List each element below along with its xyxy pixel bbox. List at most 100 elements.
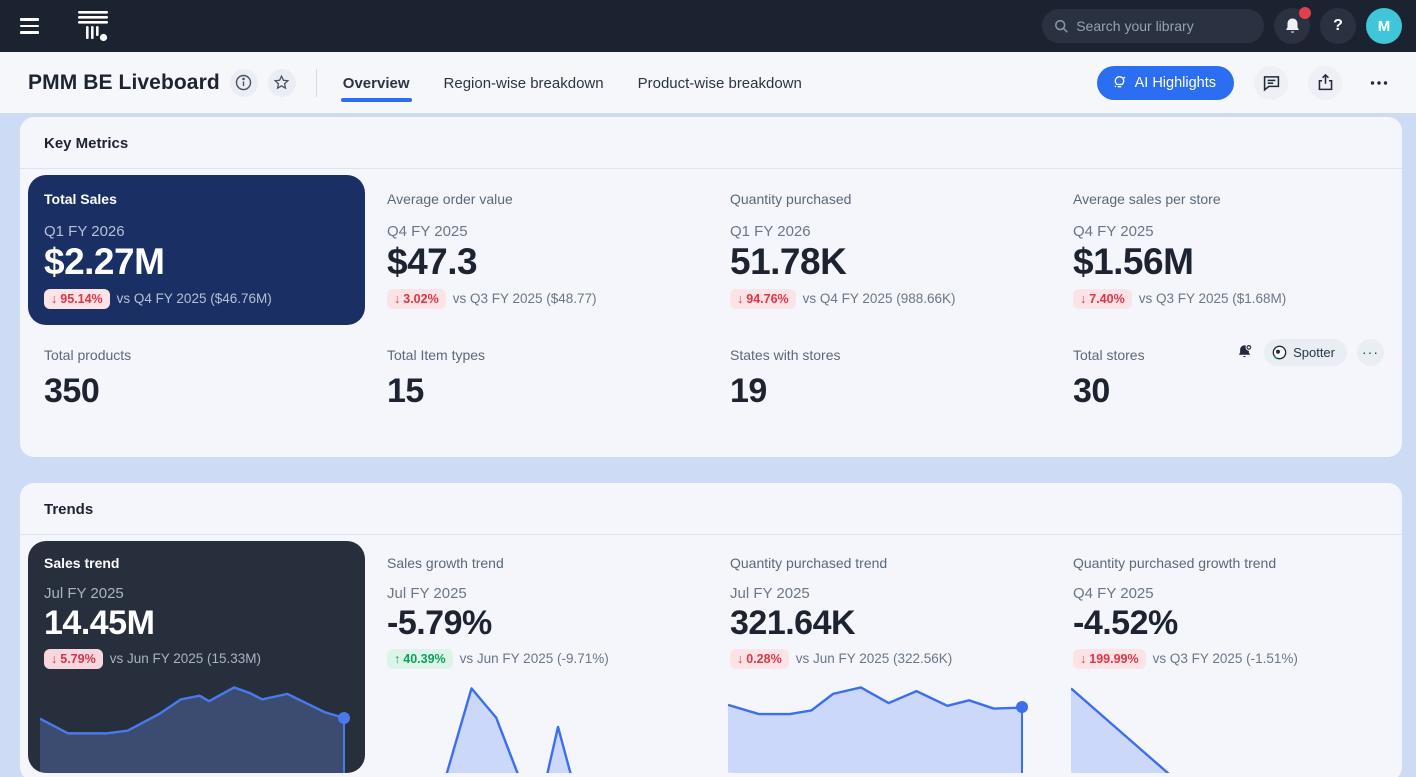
kpi-period: Q1 FY 2026 bbox=[730, 223, 1035, 240]
search-icon bbox=[1054, 18, 1068, 34]
chart-endpoint-dot[interactable] bbox=[338, 712, 350, 724]
kpi-value: 350 bbox=[44, 373, 349, 410]
trend-quantity-purchased[interactable]: Quantity purchased trend Jul FY 2025 321… bbox=[714, 541, 1051, 773]
notification-dot bbox=[1299, 7, 1311, 19]
tab-product-wise-breakdown[interactable]: Product-wise breakdown bbox=[636, 65, 804, 100]
chart-endpoint-line bbox=[1021, 707, 1023, 772]
page-title: PMM BE Liveboard bbox=[28, 71, 220, 95]
comments-button[interactable] bbox=[1254, 66, 1288, 100]
quantity-purchased-trend-chart bbox=[728, 681, 1037, 773]
chart-endpoint-dot[interactable] bbox=[1016, 701, 1028, 713]
kpi-average-sales-per-store[interactable]: Average sales per store Q4 FY 2025 $1.56… bbox=[1057, 175, 1394, 325]
share-button[interactable] bbox=[1308, 66, 1342, 100]
change-badge: ↓7.40% bbox=[1073, 289, 1132, 309]
change-badge: ↓5.79% bbox=[44, 649, 103, 669]
kpi-value: $2.27M bbox=[44, 242, 349, 283]
sparkle-bulb-icon bbox=[1111, 74, 1128, 91]
trend-period: Jul FY 2025 bbox=[44, 585, 349, 602]
divider bbox=[316, 69, 317, 97]
kpi-label: Average order value bbox=[387, 191, 692, 207]
arrow-down-icon: ↓ bbox=[51, 652, 57, 666]
arrow-up-icon: ↑ bbox=[394, 652, 400, 666]
ai-highlights-label: AI Highlights bbox=[1135, 75, 1216, 91]
search-input[interactable] bbox=[1076, 18, 1252, 34]
chart-endpoint-line bbox=[343, 718, 345, 773]
change-badge: ↓3.02% bbox=[387, 289, 446, 309]
thoughtspot-logo-icon[interactable] bbox=[76, 10, 110, 42]
change-badge: ↓94.76% bbox=[730, 289, 796, 309]
tab-overview[interactable]: Overview bbox=[341, 65, 412, 100]
tile-hover-toolbar: Spotter ··· bbox=[1235, 339, 1384, 366]
kpi-label: Total Sales bbox=[44, 191, 349, 207]
arrow-down-icon: ↓ bbox=[737, 652, 743, 666]
trend-label: Quantity purchased trend bbox=[730, 555, 1035, 571]
kpi-value: 15 bbox=[387, 373, 692, 410]
create-alert-icon[interactable] bbox=[1235, 343, 1254, 362]
kpi-average-order-value[interactable]: Average order value Q4 FY 2025 $47.3 ↓3.… bbox=[371, 175, 708, 325]
trends-grid: Sales trend Jul FY 2025 14.45M ↓5.79% vs… bbox=[20, 535, 1402, 777]
liveboard-content: Key Metrics Total Sales Q1 FY 2026 $2.27… bbox=[0, 113, 1416, 777]
kpi-total-sales[interactable]: Total Sales Q1 FY 2026 $2.27M ↓95.14% vs… bbox=[28, 175, 365, 325]
liveboard-header: PMM BE Liveboard Overview Region-wise br… bbox=[0, 52, 1416, 113]
kpi-period: Q1 FY 2026 bbox=[44, 223, 349, 240]
kpi-period: Q4 FY 2025 bbox=[1073, 223, 1378, 240]
comparison-text: vs Q3 FY 2025 ($48.77) bbox=[453, 291, 597, 306]
change-badge: ↓0.28% bbox=[730, 649, 789, 669]
tile-more-button[interactable]: ··· bbox=[1357, 339, 1384, 366]
trend-sales[interactable]: Sales trend Jul FY 2025 14.45M ↓5.79% vs… bbox=[28, 541, 365, 773]
change-badge: ↓199.99% bbox=[1073, 649, 1146, 669]
comment-icon bbox=[1262, 73, 1281, 92]
kpi-total-products[interactable]: Total products 350 bbox=[28, 331, 365, 449]
trend-period: Q4 FY 2025 bbox=[1073, 585, 1378, 602]
comparison-text: vs Q3 FY 2025 (-1.51%) bbox=[1153, 651, 1298, 666]
kpi-total-item-types[interactable]: Total Item types 15 bbox=[371, 331, 708, 449]
trend-value: -5.79% bbox=[387, 604, 692, 643]
comparison-text: vs Jun FY 2025 (-9.71%) bbox=[460, 651, 609, 666]
ellipsis-icon bbox=[1369, 73, 1389, 93]
help-button[interactable]: ? bbox=[1320, 8, 1356, 44]
bell-icon bbox=[1284, 17, 1301, 35]
more-options-button[interactable] bbox=[1362, 66, 1396, 100]
arrow-down-icon: ↓ bbox=[51, 292, 57, 306]
library-search[interactable] bbox=[1042, 9, 1264, 43]
comparison-text: vs Q4 FY 2025 (988.66K) bbox=[803, 291, 956, 306]
comparison-text: vs Jun FY 2025 (322.56K) bbox=[796, 651, 953, 666]
tab-bar: Overview Region-wise breakdown Product-w… bbox=[341, 52, 804, 113]
sales-trend-chart bbox=[40, 681, 353, 773]
trend-period: Jul FY 2025 bbox=[730, 585, 1035, 602]
question-mark-icon: ? bbox=[1333, 17, 1343, 35]
info-button[interactable] bbox=[230, 69, 258, 97]
tab-region-wise-breakdown[interactable]: Region-wise breakdown bbox=[442, 65, 606, 100]
kpi-quantity-purchased[interactable]: Quantity purchased Q1 FY 2026 51.78K ↓94… bbox=[714, 175, 1051, 325]
kpi-label: Total products bbox=[44, 347, 349, 363]
trend-quantity-purchased-growth[interactable]: Quantity purchased growth trend Q4 FY 20… bbox=[1057, 541, 1394, 773]
notifications-button[interactable] bbox=[1274, 8, 1310, 44]
kpi-label: Quantity purchased bbox=[730, 191, 1035, 207]
favorite-button[interactable] bbox=[268, 69, 296, 97]
trend-label: Quantity purchased growth trend bbox=[1073, 555, 1378, 571]
trend-period: Jul FY 2025 bbox=[387, 585, 692, 602]
kpi-value: 30 bbox=[1073, 373, 1378, 410]
kpi-period: Q4 FY 2025 bbox=[387, 223, 692, 240]
kpi-label: Average sales per store bbox=[1073, 191, 1378, 207]
kpi-total-stores[interactable]: Total stores 30 Spotter ··· bbox=[1057, 331, 1394, 449]
change-badge: ↓95.14% bbox=[44, 289, 110, 309]
arrow-down-icon: ↓ bbox=[1080, 292, 1086, 306]
kpi-states-with-stores[interactable]: States with stores 19 bbox=[714, 331, 1051, 449]
share-icon bbox=[1316, 73, 1335, 92]
trend-value: 321.64K bbox=[730, 604, 1035, 643]
arrow-down-icon: ↓ bbox=[737, 292, 743, 306]
trend-label: Sales trend bbox=[44, 555, 349, 571]
trend-sales-growth[interactable]: Sales growth trend Jul FY 2025 -5.79% ↑4… bbox=[371, 541, 708, 773]
star-icon bbox=[273, 74, 290, 91]
hamburger-menu-icon[interactable] bbox=[20, 14, 44, 38]
arrow-down-icon: ↓ bbox=[394, 292, 400, 306]
ai-highlights-button[interactable]: AI Highlights bbox=[1097, 66, 1234, 100]
kpi-label: Total Item types bbox=[387, 347, 692, 363]
comparison-text: vs Q4 FY 2025 ($46.76M) bbox=[117, 291, 272, 306]
user-avatar[interactable]: M bbox=[1366, 8, 1402, 44]
sales-growth-trend-chart bbox=[385, 681, 694, 773]
kpi-grid: Total Sales Q1 FY 2026 $2.27M ↓95.14% vs… bbox=[20, 169, 1402, 457]
kpi-value: $47.3 bbox=[387, 242, 692, 283]
spotter-button[interactable]: Spotter bbox=[1264, 339, 1347, 366]
